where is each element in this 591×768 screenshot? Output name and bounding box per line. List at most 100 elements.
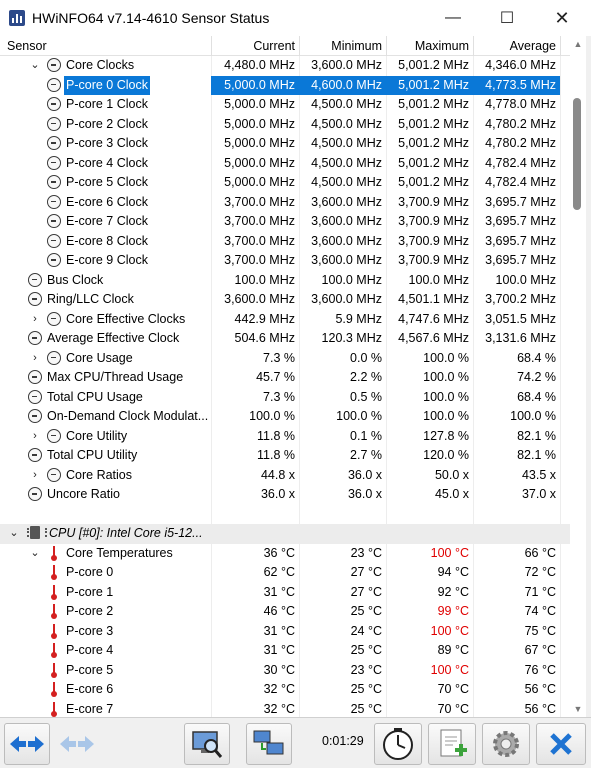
sensor-label: P-core 1 Clock [66, 97, 148, 111]
sensor-row[interactable]: › Core Ratios 44.8 x 36.0 x 50.0 x 43.5 x [0, 466, 570, 486]
value-average: 82.1 % [517, 428, 556, 443]
sensor-row[interactable]: P-core 1 31 °C 27 °C 92 °C 71 °C [0, 583, 570, 603]
sensor-row[interactable]: E-core 6 Clock 3,700.0 MHz 3,600.0 MHz 3,70… [0, 193, 570, 213]
header-minimum[interactable]: Minimum [299, 36, 382, 56]
sensor-row[interactable]: E-core 7 Clock 3,700.0 MHz 3,600.0 MHz 3,70… [0, 212, 570, 232]
close-x-icon [550, 733, 572, 755]
expand-chevron-icon[interactable]: › [29, 351, 41, 366]
sensor-row[interactable]: P-core 1 Clock 5,000.0 MHz 4,500.0 MHz 5,00… [0, 95, 570, 115]
add-report-button[interactable] [428, 723, 476, 765]
header-current[interactable]: Current [211, 36, 295, 56]
value-maximum: 4,747.6 MHz [398, 311, 469, 326]
value-average: 3,695.7 MHz [485, 194, 556, 209]
sensor-row[interactable]: E-core 9 Clock 3,700.0 MHz 3,600.0 MHz 3,70… [0, 251, 570, 271]
sensor-label: E-core 8 Clock [66, 233, 148, 248]
value-maximum: 100.0 % [423, 370, 469, 384]
nav-arrows-button[interactable] [4, 723, 50, 765]
value-minimum: 3,600.0 MHz [311, 253, 382, 267]
sensor-row[interactable]: P-core 5 Clock 5,000.0 MHz 4,500.0 MHz 5,00… [0, 173, 570, 193]
sensor-row[interactable]: › Core Effective Clocks 442.9 MHz 5.9 MHz 4,… [0, 310, 570, 330]
collapse-chevron-icon[interactable]: ⌄ [29, 58, 41, 73]
sensor-row[interactable]: ⌄ Core Temperatures 36 °C 23 °C 100 °C 66 °C [0, 544, 570, 564]
sensor-row[interactable]: Total CPU Utility 11.8 % 2.7 % 120.0 % 82.1 … [0, 446, 570, 466]
thermometer-icon [50, 545, 58, 561]
collapse-chevron-icon[interactable]: ⌄ [8, 526, 20, 541]
sensor-label: P-core 1 [66, 584, 114, 599]
sensor-row[interactable]: P-core 3 31 °C 24 °C 100 °C 75 °C [0, 622, 570, 642]
value-minimum: 100.0 MHz [321, 272, 382, 287]
sensor-row[interactable]: › Core Utility 11.8 % 0.1 % 127.8 % 82.1 % [0, 427, 570, 447]
sensor-row[interactable]: Total CPU Usage 7.3 % 0.5 % 100.0 % 68.4 % [0, 388, 570, 408]
sensor-label: Core Ratios [66, 467, 132, 482]
sensor-name-cell: ⌄ Core Clocks [0, 56, 211, 76]
sensor-row[interactable]: P-core 4 31 °C 25 °C 89 °C 67 °C [0, 641, 570, 661]
sensor-row[interactable]: ⌄ Core Clocks 4,480.0 MHz 3,600.0 MHz 5,001.… [0, 56, 570, 76]
sensor-name-cell: Total CPU Utility [0, 446, 211, 466]
sensor-name-cell: P-core 5 [0, 661, 211, 681]
sensor-row[interactable]: P-core 5 30 °C 23 °C 100 °C 76 °C [0, 661, 570, 681]
monitor-search-button[interactable] [184, 723, 230, 765]
header-sensor[interactable]: Sensor [7, 36, 47, 56]
nav-arrows-disabled-button[interactable] [54, 723, 100, 765]
thermometer-icon [50, 662, 58, 678]
close-window-button[interactable]: ✕ [539, 0, 585, 36]
vertical-scrollbar[interactable]: ▲ ▼ [570, 36, 586, 717]
sensor-group-row[interactable]: ⌄ CPU [#0]: Intel Core i5-12... [0, 524, 570, 544]
settings-button[interactable] [482, 723, 530, 765]
value-maximum: 120.0 % [423, 448, 469, 462]
sensor-row[interactable]: Average Effective Clock 504.6 MHz 120.3 MH… [0, 329, 570, 349]
sensor-table[interactable]: Sensor Current Minimum Maximum Average ⌄… [0, 36, 570, 717]
value-minimum: 36.0 x [347, 467, 382, 482]
value-maximum: 70 °C [437, 701, 469, 716]
sensor-row[interactable]: P-core 0 62 °C 27 °C 94 °C 72 °C [0, 563, 570, 583]
clock-sensor-icon [47, 428, 61, 443]
sensor-label: P-core 2 Clock [66, 116, 148, 131]
sensor-row[interactable]: E-core 7 32 °C 25 °C 70 °C 56 °C [0, 700, 570, 718]
header-average[interactable]: Average [473, 36, 556, 56]
sensor-row[interactable]: Max CPU/Thread Usage 45.7 % 2.2 % 100.0 % 74… [0, 368, 570, 388]
sensor-row[interactable]: Ring/LLC Clock 3,600.0 MHz 3,600.0 MHz 4,50… [0, 290, 570, 310]
scroll-up-arrow-icon[interactable]: ▲ [570, 36, 586, 52]
scroll-thumb[interactable] [573, 98, 581, 210]
sensor-row[interactable]: P-core 3 Clock 5,000.0 MHz 4,500.0 MHz 5,00… [0, 134, 570, 154]
maximize-button[interactable]: ☐ [484, 0, 530, 36]
clock-button[interactable] [374, 723, 422, 765]
sensor-row[interactable]: P-core 2 46 °C 25 °C 99 °C 74 °C [0, 602, 570, 622]
minimize-button[interactable]: — [430, 0, 476, 36]
sensor-row[interactable]: P-core 0 Clock 5,000.0 MHz 4,600.0 MHz 5,00… [0, 75, 570, 95]
expand-chevron-icon[interactable]: › [29, 429, 41, 444]
sensor-name-cell: E-core 7 Clock [0, 212, 211, 232]
sensor-row[interactable]: P-core 2 Clock 5,000.0 MHz 4,500.0 MHz 5,00… [0, 115, 570, 135]
sensor-row[interactable]: P-core 4 Clock 5,000.0 MHz 4,500.0 MHz 5,00… [0, 154, 570, 174]
expand-chevron-icon[interactable]: › [29, 312, 41, 327]
sensor-name-cell: Bus Clock [0, 271, 211, 291]
value-maximum: 4,567.6 MHz [398, 331, 469, 345]
value-current: 4,480.0 MHz [224, 58, 295, 72]
sensor-row[interactable] [0, 505, 570, 525]
value-minimum: 25 °C [350, 701, 382, 716]
sensor-label [45, 505, 49, 525]
sensor-row[interactable]: › Core Usage 7.3 % 0.0 % 100.0 % 68.4 % [0, 349, 570, 369]
sensor-row[interactable]: Bus Clock 100.0 MHz 100.0 MHz 100.0 MHz 100.… [0, 271, 570, 291]
network-computers-button[interactable] [246, 723, 292, 765]
value-current [211, 524, 299, 544]
sensor-label: P-core 3 Clock [66, 136, 148, 150]
value-maximum: 3,700.9 MHz [398, 214, 469, 228]
sensor-row[interactable]: Uncore Ratio 36.0 x 36.0 x 45.0 x 37.0 x [0, 485, 570, 505]
value-maximum: 100 °C [430, 662, 469, 677]
header-maximum[interactable]: Maximum [386, 36, 469, 56]
collapse-chevron-icon[interactable]: ⌄ [29, 546, 41, 561]
value-maximum: 100.0 % [423, 409, 469, 423]
sensor-row[interactable]: On-Demand Clock Modulat... 100.0 % 100.0 %… [0, 407, 570, 427]
sensor-name-cell: Total CPU Usage [0, 388, 211, 408]
sensor-label: E-core 6 [66, 682, 114, 696]
scroll-down-arrow-icon[interactable]: ▼ [570, 701, 586, 717]
value-minimum: 3,600.0 MHz [311, 58, 382, 72]
clock-sensor-icon [28, 487, 42, 501]
sensor-row[interactable]: E-core 6 32 °C 25 °C 70 °C 56 °C [0, 680, 570, 700]
expand-chevron-icon[interactable]: › [29, 468, 41, 483]
value-minimum: 23 °C [350, 662, 382, 677]
value-maximum [386, 524, 473, 544]
sensor-row[interactable]: E-core 8 Clock 3,700.0 MHz 3,600.0 MHz 3,70… [0, 232, 570, 252]
close-sensors-button[interactable] [536, 723, 586, 765]
